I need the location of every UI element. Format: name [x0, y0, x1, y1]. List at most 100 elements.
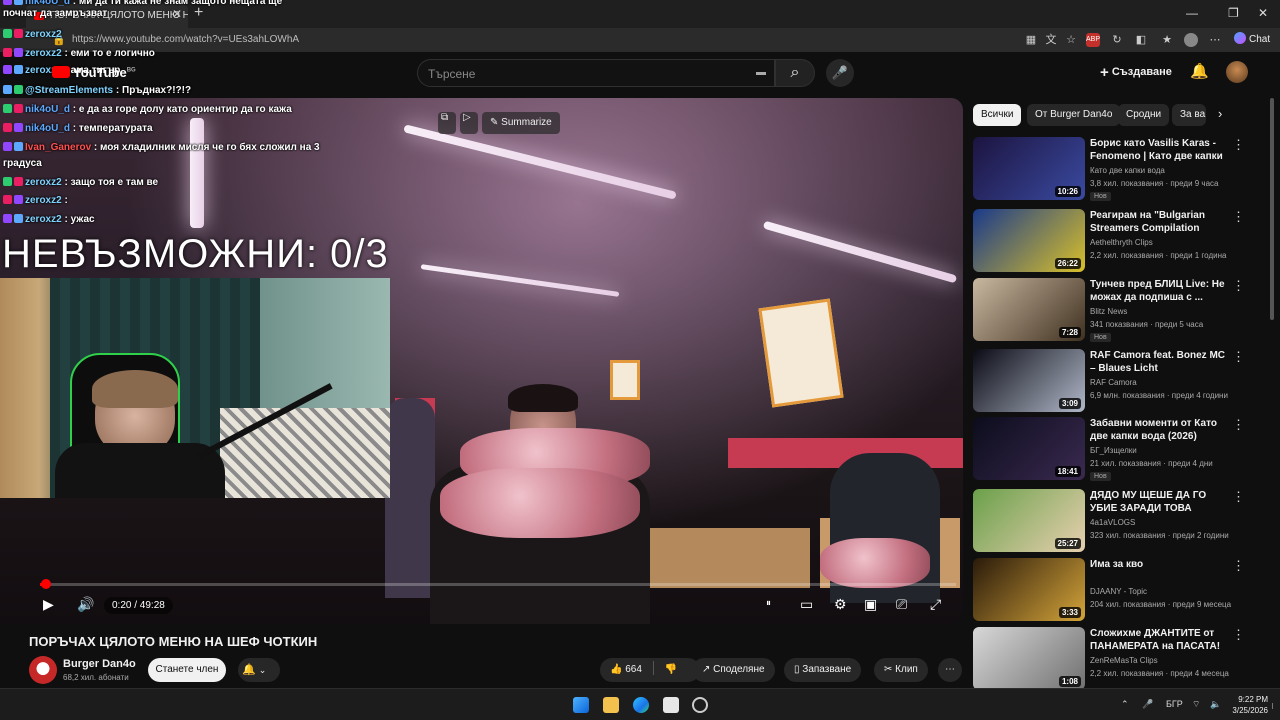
recommendation-channel[interactable]: БГ_Изщелки [1090, 446, 1137, 455]
search-button[interactable]: ⌕ [775, 59, 815, 87]
recommendation-item[interactable]: 3:09 RAF Camora feat. Bonez MC – Blaues L… [973, 349, 1263, 413]
channel-avatar[interactable] [29, 656, 57, 684]
recommendation-title[interactable]: RAF Camora feat. Bonez MC – Blaues Licht [1090, 349, 1230, 375]
favorites-icon[interactable]: ★ [1160, 33, 1174, 47]
obs-icon[interactable] [692, 697, 708, 713]
summarize-button[interactable]: ✎ Summarize [482, 112, 560, 134]
more-options-icon[interactable]: ⋮ [1232, 417, 1245, 433]
recommendation-title[interactable]: Реагирам на "Bulgarian Streamers Compila… [1090, 209, 1230, 235]
store-icon[interactable] [663, 697, 679, 713]
youtube-logo[interactable]: YouTubeBG [52, 65, 136, 80]
scrollbar[interactable] [1270, 98, 1274, 320]
recommendation-item[interactable]: 1:08 Сложихме ДЖАНТИТЕ от ПАНАМЕРАТА на П… [973, 627, 1263, 691]
channel-name[interactable]: Burger Dan4o [63, 658, 136, 670]
voice-search-button[interactable]: 🎤 [826, 59, 854, 87]
recommendation-channel[interactable]: RAF Camora [1090, 378, 1137, 387]
fullscreen-icon[interactable]: ⤢ [930, 596, 941, 613]
input-language[interactable]: БГР [1166, 699, 1183, 709]
windows-start-icon[interactable] [573, 697, 589, 713]
edge-browser-icon[interactable] [633, 697, 649, 713]
video-thumbnail[interactable]: 10:26 [973, 137, 1085, 200]
recommendation-title[interactable]: ДЯДО МУ ЩЕШЕ ДА ГО УБИЕ ЗАРАДИ ТОВА [1090, 489, 1230, 515]
speaker-icon[interactable]: 🔈 [1210, 699, 1221, 710]
recommendation-channel[interactable]: Aethelthryth Clips [1090, 238, 1153, 247]
cast-icon[interactable]: ⎚ [896, 596, 907, 613]
clip-button[interactable]: ✂ Клип [874, 658, 928, 682]
join-button[interactable]: Станете член [148, 658, 226, 682]
refresh-icon[interactable]: ↻ [1110, 33, 1124, 47]
more-options-icon[interactable]: ⋮ [1232, 137, 1245, 153]
video-thumbnail[interactable]: 25:27 [973, 489, 1085, 552]
pause-autoplay-icon[interactable]: ⏸ [766, 598, 771, 609]
chip-all[interactable]: Всички [973, 104, 1022, 126]
video-thumbnail[interactable]: 3:09 [973, 349, 1085, 412]
like-button[interactable]: 👍 664 [610, 664, 642, 675]
captions-toggle-icon[interactable]: ▷ [460, 112, 478, 134]
favorite-star-icon[interactable]: ☆ [1064, 33, 1078, 47]
create-button[interactable]: + Създаване [1100, 64, 1172, 81]
subtitles-icon[interactable]: ▭ [800, 596, 813, 613]
copilot-chat-button[interactable]: Chat [1234, 32, 1270, 45]
recommendation-title[interactable]: Тунчев пред БЛИЦ Live: Не можах да подпи… [1090, 278, 1230, 304]
more-options-icon[interactable]: ⋮ [1232, 278, 1245, 294]
keyboard-icon[interactable]: ▬ [756, 67, 766, 78]
account-avatar[interactable] [1226, 61, 1248, 83]
adblock-icon[interactable]: ABP [1086, 33, 1100, 47]
profile-icon[interactable] [1184, 33, 1198, 47]
recommendation-title[interactable]: Има за кво [1090, 558, 1230, 571]
grid-icon[interactable]: ▦ [1024, 33, 1038, 47]
wifi-icon[interactable]: ⌔ [1192, 699, 1200, 710]
recommendation-item[interactable]: 10:26 Борис като Vasilis Karas - Fenomeno… [973, 137, 1263, 201]
more-options-icon[interactable]: ⋮ [1232, 209, 1245, 225]
play-icon[interactable]: ▶ [43, 596, 54, 613]
more-options-icon[interactable]: ⋮ [1232, 349, 1245, 365]
theater-mode-icon[interactable]: ▣ [864, 596, 877, 613]
url-field[interactable]: https://www.youtube.com/watch?v=UEs3ahLO… [72, 34, 299, 45]
chip-from-channel[interactable]: От Burger Dan4o [1027, 104, 1121, 126]
recommendation-item[interactable]: 26:22 Реагирам на "Bulgarian Streamers Co… [973, 209, 1263, 273]
volume-icon[interactable]: 🔊 [77, 596, 94, 613]
progress-bar[interactable] [40, 579, 956, 589]
more-menu-icon[interactable]: ⋯ [1208, 33, 1222, 47]
split-screen-icon[interactable]: ◧ [1134, 33, 1148, 47]
recommendation-title[interactable]: Борис като Vasilis Karas - Fenomeno | Ка… [1090, 137, 1230, 163]
chevron-right-icon[interactable]: › [1218, 106, 1222, 121]
miniplayer-icon[interactable]: ⧉ [438, 112, 456, 134]
more-actions-button[interactable]: ⋯ [938, 658, 962, 682]
recommendation-item[interactable]: 25:27 ДЯДО МУ ЩЕШЕ ДА ГО УБИЕ ЗАРАДИ ТОВА… [973, 489, 1263, 553]
save-button[interactable]: ▯ Запазване [784, 658, 862, 682]
recommendation-item[interactable]: 3:33 Има за кво DJAANY - Topic 204 хил. пок… [973, 558, 1263, 622]
more-options-icon[interactable]: ⋮ [1232, 558, 1245, 574]
recommendation-channel[interactable]: Blitz News [1090, 307, 1127, 316]
file-explorer-icon[interactable] [603, 697, 619, 713]
settings-gear-icon[interactable]: ⚙ [834, 596, 847, 613]
recommendation-channel[interactable]: ZenReMasTa Clips [1090, 656, 1158, 665]
clock[interactable]: 9:22 PM 3/25/2026 [1230, 694, 1268, 716]
tab-close-icon[interactable]: ✕ [172, 7, 182, 21]
minimize-icon[interactable]: — [1186, 6, 1198, 20]
recommendation-item[interactable]: 7:28 Тунчев пред БЛИЦ Live: Не можах да п… [973, 278, 1263, 342]
chip-related[interactable]: Сродни [1118, 104, 1170, 126]
maximize-icon[interactable]: ❐ [1228, 6, 1239, 20]
more-options-icon[interactable]: ⋮ [1232, 489, 1245, 505]
more-options-icon[interactable]: ⋮ [1232, 627, 1245, 643]
video-thumbnail[interactable]: 18:41 [973, 417, 1085, 480]
notifications-bell-icon[interactable]: 🔔 [1190, 62, 1209, 80]
video-thumbnail[interactable]: 3:33 [973, 558, 1085, 621]
chip-for-you[interactable]: За ва [1172, 104, 1206, 126]
close-window-icon[interactable]: ✕ [1258, 6, 1268, 20]
translate-icon[interactable]: 文 [1044, 33, 1058, 47]
search-input[interactable]: Търсене ▬ [417, 59, 775, 87]
recommendation-title[interactable]: Забавни моменти от Като две капки вода (… [1090, 417, 1230, 443]
video-thumbnail[interactable]: 26:22 [973, 209, 1085, 272]
recommendation-channel[interactable]: DJAANY - Topic [1090, 587, 1147, 596]
dislike-button[interactable]: 👎 [664, 664, 676, 675]
recommendation-title[interactable]: Сложихме ДЖАНТИТЕ от ПАНАМЕРАТА на ПАСАТ… [1090, 627, 1230, 653]
recommendation-item[interactable]: 18:41 Забавни моменти от Като две капки в… [973, 417, 1263, 481]
share-button[interactable]: ↗ Споделяне [692, 658, 775, 682]
video-thumbnail[interactable]: 1:08 [973, 627, 1085, 690]
subscription-bell-button[interactable]: 🔔 ⌄ [238, 658, 280, 682]
video-thumbnail[interactable]: 7:28 [973, 278, 1085, 341]
tray-chevron-up-icon[interactable]: ⌃ [1121, 699, 1129, 710]
tray-mic-icon[interactable]: 🎤 [1142, 699, 1153, 710]
